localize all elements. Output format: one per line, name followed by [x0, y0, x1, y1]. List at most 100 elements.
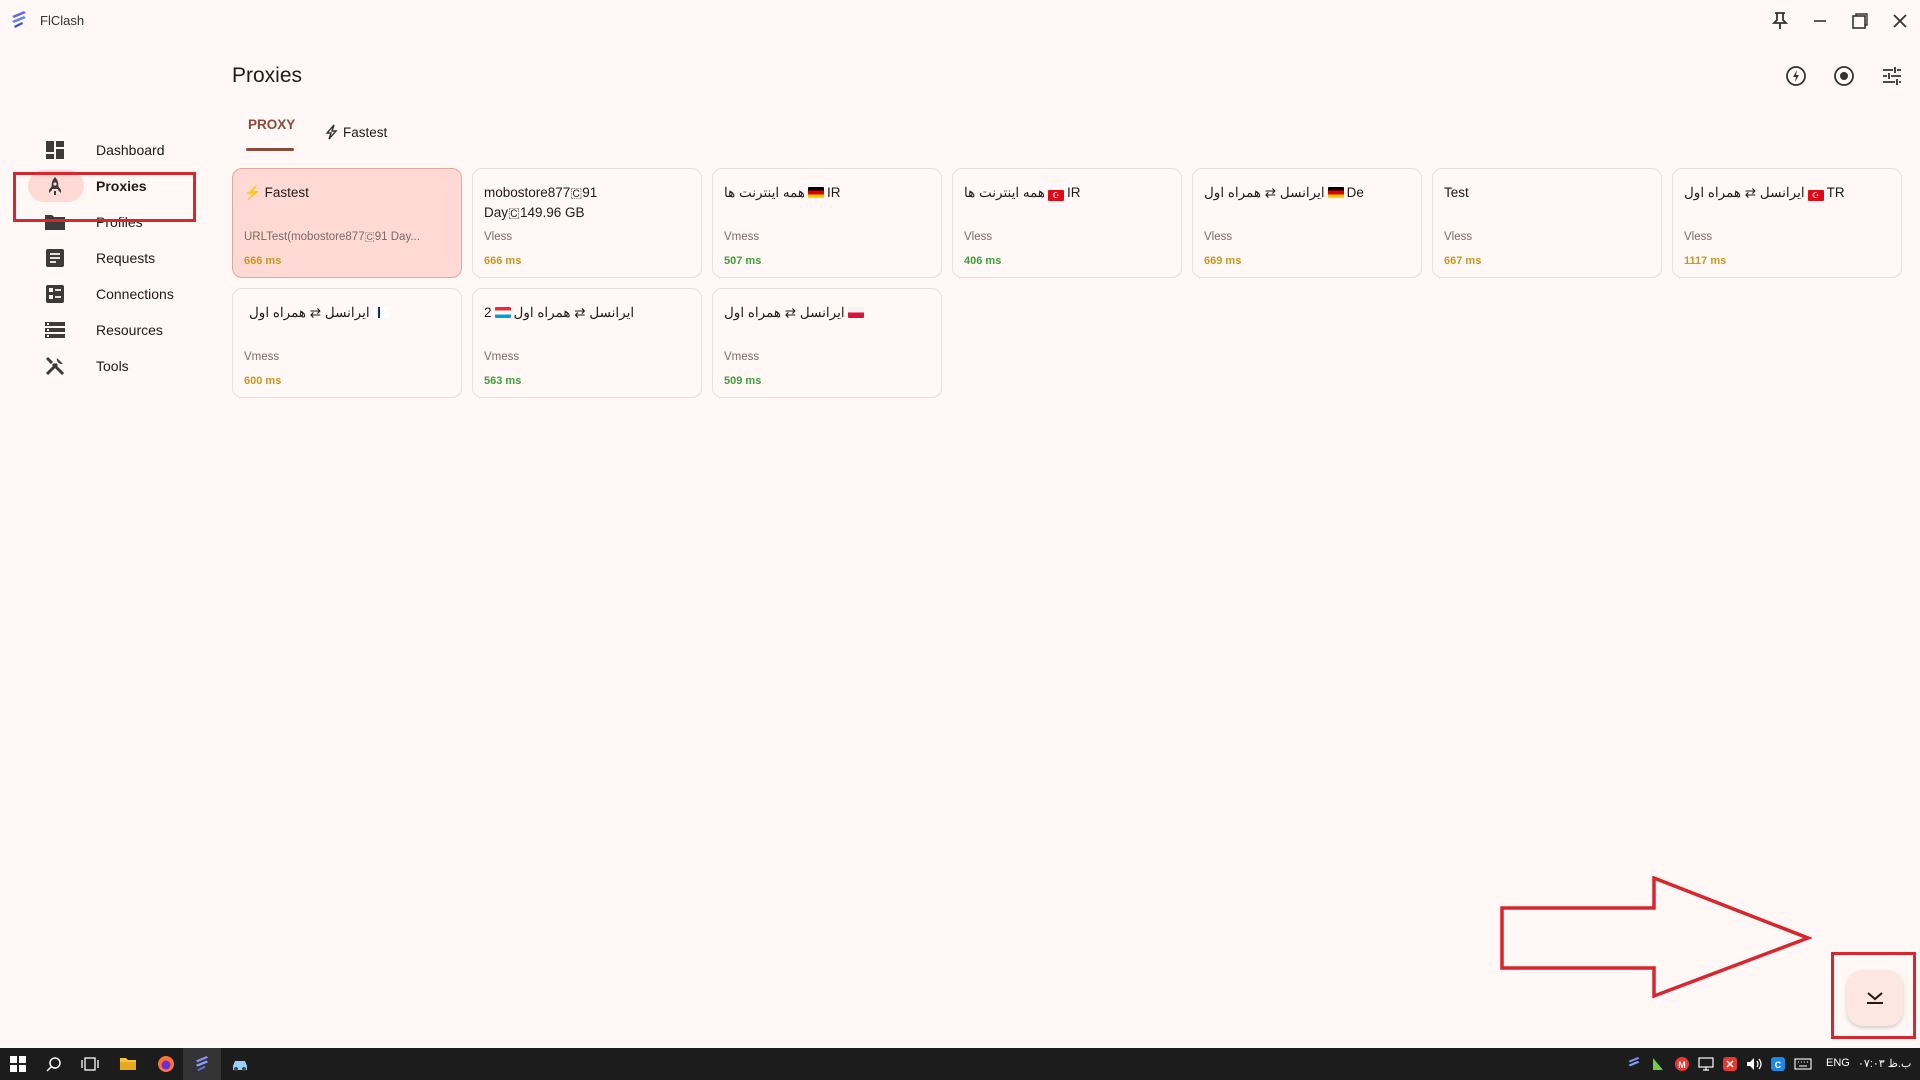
proxy-delay: 509 ms [724, 375, 762, 387]
flag-de-icon [1327, 187, 1344, 198]
flag-pl-icon [847, 307, 864, 318]
clock[interactable]: ب.ظ ۰۷:۰۳ [1858, 1057, 1911, 1070]
speed-test-icon [1786, 66, 1806, 86]
proxy-card[interactable]: Test Vless 667 ms [1432, 168, 1662, 278]
task-view-button[interactable] [80, 1054, 100, 1074]
sidebar-item-requests[interactable]: Requests [28, 240, 208, 276]
sidebar-item-resources[interactable]: Resources [28, 312, 208, 348]
tray-red-app-icon[interactable] [1720, 1054, 1740, 1074]
proxy-card[interactable]: ایرانسل ⇄ همراه اول2 Vmess 563 ms [472, 288, 702, 398]
start-button[interactable] [8, 1054, 28, 1074]
keyboard-icon[interactable] [1793, 1054, 1813, 1074]
proxy-card[interactable]: ایرانسل ⇄ همراه اول De Vless 669 ms [1192, 168, 1422, 278]
sidebar-item-tools[interactable]: Tools [28, 348, 208, 384]
proxy-type: Vless [1444, 231, 1473, 243]
proxy-type: Vmess [484, 351, 520, 363]
scroll-to-bottom-button[interactable] [1847, 970, 1903, 1026]
search-icon [46, 1057, 61, 1072]
maximize-icon [1852, 13, 1868, 29]
tab-proxy[interactable]: PROXY [248, 117, 295, 147]
tab-indicator [246, 148, 294, 151]
proxy-card[interactable]: همه اینترنت ها IR Vmess 507 ms [712, 168, 942, 278]
volume-icon[interactable] [1744, 1054, 1764, 1074]
flag-fi-icon [372, 307, 389, 318]
proxy-delay: 1117 ms [1684, 255, 1727, 267]
locate-button[interactable] [1831, 63, 1857, 89]
sidebar-item-label: Dashboard [96, 142, 165, 158]
maximize-button[interactable] [1847, 8, 1873, 34]
close-button[interactable] [1887, 8, 1913, 34]
tab-fastest[interactable]: Fastest [325, 117, 387, 147]
tune-icon [1883, 67, 1901, 85]
proxy-type: Vless [484, 231, 513, 243]
app-logo-icon [12, 11, 26, 28]
close-icon [1893, 14, 1907, 28]
proxy-card[interactable]: ایرانسل ⇄ همراه اول Vmess 600 ms [232, 288, 462, 398]
svg-text:C: C [1775, 1060, 1782, 1070]
proxy-name: همه اینترنت ها IR [724, 185, 841, 200]
article-icon [42, 245, 68, 271]
tray-c-icon[interactable]: C [1768, 1054, 1788, 1074]
bolt-icon: ⚡ [244, 185, 261, 200]
delay-test-button[interactable] [1783, 63, 1809, 89]
chevron-down-to-bottom-icon [1867, 992, 1883, 1004]
flag-de-icon [808, 187, 825, 198]
proxy-name: ایرانسل ⇄ همراه اول [249, 303, 451, 323]
svg-text:M: M [1678, 1060, 1686, 1070]
sidebar-item-connections[interactable]: Connections [28, 276, 208, 312]
file-explorer-button[interactable] [118, 1054, 138, 1074]
tray-m-icon[interactable]: M [1672, 1054, 1692, 1074]
proxy-card[interactable]: ⚡ Fastest URLTest(mobostore877🇨91 Day...… [232, 168, 462, 278]
proxy-delay: 507 ms [724, 255, 762, 267]
task-view-icon [81, 1057, 99, 1071]
minimize-icon [1814, 20, 1826, 22]
proxy-delay: 666 ms [244, 255, 282, 267]
title-bar: FlClash [0, 0, 1920, 42]
proxy-delay: 406 ms [964, 255, 1002, 267]
firefox-button[interactable] [156, 1054, 176, 1074]
sidebar-item-dashboard[interactable]: Dashboard [28, 132, 208, 168]
windows-icon [10, 1056, 26, 1072]
language-indicator[interactable]: ENG [1826, 1057, 1850, 1069]
flag-tr-icon: ☪ [1807, 190, 1824, 201]
flag-tr-icon: ☪ [1048, 190, 1065, 201]
minimize-button[interactable] [1807, 8, 1833, 34]
settings-tune-button[interactable] [1879, 63, 1905, 89]
bolt-icon [325, 124, 338, 140]
annotation-highlight-box [13, 172, 196, 222]
flclash-tray-icon[interactable] [1624, 1054, 1644, 1074]
pin-icon [1772, 12, 1788, 29]
dashboard-icon [42, 137, 68, 163]
proxy-delay: 667 ms [1444, 255, 1482, 267]
proxy-card[interactable]: ایرانسل ⇄ همراه اول ☪ TR Vless 1117 ms [1672, 168, 1902, 278]
sidebar-item-label: Tools [96, 358, 129, 374]
proxy-delay: 666 ms [484, 255, 522, 267]
app-logo-icon [195, 1056, 209, 1072]
network-icon[interactable] [1696, 1054, 1716, 1074]
proxy-type: Vmess [724, 231, 760, 243]
page-title: Proxies [232, 64, 303, 87]
storage-icon [42, 317, 68, 343]
pin-button[interactable] [1767, 8, 1793, 34]
app-taskbar-button[interactable] [230, 1054, 250, 1074]
taskbar: M C ENG ب.ظ ۰۷:۰۳ [0, 1048, 1920, 1080]
proxy-name: ایرانسل ⇄ همراه اول2 [484, 305, 635, 320]
proxy-name: ایرانسل ⇄ همراه اول [724, 303, 931, 323]
proxy-name: ایرانسل ⇄ همراه اول ☪ TR [1684, 185, 1845, 201]
proxy-name: ⚡ Fastest [244, 185, 309, 200]
search-button[interactable] [44, 1054, 64, 1074]
target-icon [1834, 66, 1854, 86]
tray-app-icon[interactable] [1648, 1054, 1668, 1074]
flag-lu-icon [494, 307, 511, 318]
proxy-type: URLTest(mobostore877🇨91 Day... [244, 231, 420, 243]
car-app-icon [233, 1061, 247, 1071]
tab-label: Fastest [343, 124, 388, 140]
proxy-type: Vmess [244, 351, 280, 363]
proxy-name: همه اینترنت ها ☪ IR [964, 185, 1081, 201]
proxy-card[interactable]: همه اینترنت ها ☪ IR Vless 406 ms [952, 168, 1182, 278]
proxy-card[interactable]: mobostore877🇨91 Day🇨149.96 GB Vless 666 … [472, 168, 702, 278]
proxy-card[interactable]: ایرانسل ⇄ همراه اول Vmess 509 ms [712, 288, 942, 398]
annotation-arrow-icon [1500, 876, 1812, 999]
proxy-name: Test [1444, 185, 1469, 200]
flclash-taskbar-button[interactable] [192, 1054, 212, 1074]
